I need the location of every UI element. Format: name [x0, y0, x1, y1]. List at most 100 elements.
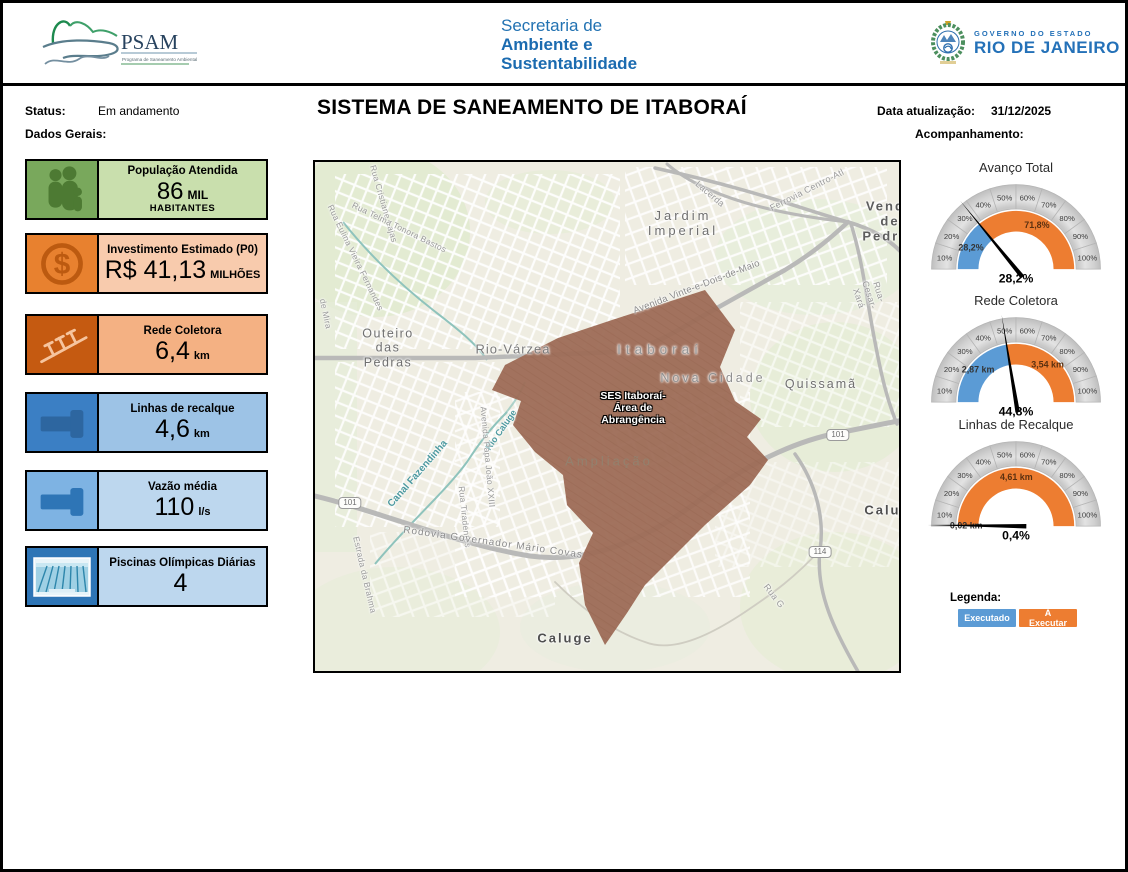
gauge-tick-label: 70% — [1041, 334, 1057, 343]
gauge-tick-label: 60% — [1020, 194, 1036, 203]
pipe-icon — [27, 472, 99, 529]
gauge-tick-label: 40% — [975, 458, 991, 467]
status-label: Status: — [25, 104, 66, 118]
gauge-needle-label: 0,4% — [1002, 528, 1030, 542]
kpi-value: 4 — [174, 570, 188, 596]
gauge-tick-label: 60% — [1020, 451, 1036, 460]
pipe-icon — [27, 394, 99, 451]
kpi-card-rede-coletora: Rede Coletora 6,4km — [25, 314, 268, 375]
gauge-needle-label: 28,2% — [999, 271, 1034, 285]
secretaria-line1: Secretaria de — [501, 16, 637, 35]
legend-item-executado[interactable]: Executado — [958, 609, 1016, 627]
status-value: Em andamento — [98, 104, 179, 118]
gauge-linhas-recalque: Linhas de Recalque 10% 20% 30%40% 50% 60% 70%… — [923, 417, 1109, 550]
psam-logo: PSAM Programa de Saneamento Ambiental — [29, 9, 209, 78]
route-shield-101: 101 — [338, 497, 361, 509]
kpi-value: R$ 41,13 — [105, 257, 206, 283]
gauge-tick-label: 80% — [1059, 347, 1075, 356]
svg-text:$: $ — [54, 248, 71, 281]
gauge-tick-label: 90% — [1073, 232, 1089, 241]
kpi-body: Vazão média 110l/s — [99, 472, 266, 529]
legend-item-a-executar[interactable]: À Executar — [1019, 609, 1077, 627]
kpi-unit: MILHÕES — [210, 269, 260, 281]
kpi-card-piscinas: Piscinas Olímpicas Diárias 4 — [25, 546, 268, 607]
gauge-tick-label: 100% — [1078, 387, 1098, 396]
psam-logo-art: PSAM Programa de Saneamento Ambiental — [29, 9, 209, 73]
gauge-title: Linhas de Recalque — [923, 417, 1109, 432]
kpi-value: 4,6 — [155, 416, 190, 442]
legend-label: Legenda: — [950, 592, 1001, 604]
gauge-chart: 10%20%30%40%50%60%70%80%90%100%2,87 km3,… — [924, 310, 1108, 421]
gauge-executed-value: 2,87 km — [962, 365, 995, 375]
kpi-body: Linhas de recalque 4,6km — [99, 394, 266, 451]
rio-logo-text: GOVERNO DO ESTADO RIO DE JANEIRO — [974, 29, 1120, 58]
gauge-tick-label: 30% — [957, 471, 973, 480]
gauge-tick-label: 20% — [944, 489, 960, 498]
acompanhamento-label: Acompanhamento: — [915, 127, 1024, 141]
gauge-rede-coletora: Rede Coletora 10%20%30%40%50%60%70%80%90… — [923, 293, 1109, 426]
governo-line: GOVERNO DO ESTADO — [974, 29, 1120, 38]
kpi-title: Linhas de recalque — [130, 403, 234, 416]
gauge-chart: 10%20%30%40%50%60%70%80%90%100%0,02 km4,… — [924, 434, 1108, 545]
kpi-unit: MIL — [188, 188, 209, 202]
kpi-card-linhas-recalque: Linhas de recalque 4,6km — [25, 392, 268, 453]
sewer-network-icon — [27, 316, 99, 373]
gauge-remaining-value: 71,8% — [1024, 220, 1049, 230]
gauge-avanco-total: Avanço Total 10% 20% 30%40% 50% 60% 70%80% 90%… — [923, 160, 1109, 293]
kpi-unit: km — [194, 350, 210, 362]
gauge-tick-label: 30% — [957, 214, 973, 223]
gauge-tick-label: 80% — [1059, 471, 1075, 480]
header-bar: PSAM Programa de Saneamento Ambiental Se… — [3, 3, 1125, 86]
gauge-tick-label: 100% — [1078, 254, 1098, 263]
gauge-tick-label: 90% — [1073, 365, 1089, 374]
secretaria-title: Secretaria de Ambiente e Sustentabilidad… — [501, 16, 637, 73]
route-shield-101: 101 — [826, 429, 849, 441]
gauge-tick-label: 50% — [997, 451, 1013, 460]
rio-crest-icon — [928, 20, 968, 66]
gauge-tick-label: 20% — [944, 365, 960, 374]
dados-gerais-label: Dados Gerais: — [25, 127, 106, 141]
kpi-title: Vazão média — [148, 481, 217, 494]
kpi-body: Piscinas Olímpicas Diárias 4 — [99, 548, 266, 605]
gauge-tick-label: 90% — [1073, 489, 1089, 498]
gauge-tick-label: 50% — [997, 194, 1013, 203]
map-basemap — [315, 162, 901, 673]
psam-wordmark: PSAM — [121, 30, 179, 54]
page-title: SISTEMA DE SANEAMENTO DE ITABORAÍ — [317, 96, 747, 120]
kpi-body: População Atendida 86MIL HABITANTES — [99, 161, 266, 218]
gauge-tick-label: 60% — [1020, 327, 1036, 336]
secretaria-line3: Sustentabilidade — [501, 54, 637, 73]
gauge-remaining-value: 4,61 km — [1000, 472, 1033, 482]
kpi-subtitle: HABITANTES — [150, 203, 216, 214]
kpi-title: Investimento Estimado (P0) — [107, 244, 258, 257]
kpi-title: Piscinas Olímpicas Diárias — [109, 557, 255, 570]
dollar-coin-icon: $ — [27, 235, 99, 292]
route-shield-114: 114 — [809, 546, 832, 558]
kpi-unit: l/s — [198, 506, 210, 518]
rio-line: RIO DE JANEIRO — [974, 38, 1120, 58]
pool-icon — [27, 548, 99, 605]
kpi-body: Investimento Estimado (P0) R$ 41,13 MILHÕ… — [99, 235, 266, 292]
gauge-tick-label: 30% — [957, 347, 973, 356]
kpi-card-populacao-atendida: População Atendida 86MIL HABITANTES — [25, 159, 268, 220]
gauge-tick-label: 70% — [1041, 201, 1057, 210]
gauge-remaining-value: 3,54 km — [1031, 360, 1064, 370]
gauge-tick-label: 10% — [937, 387, 953, 396]
coverage-map[interactable]: Jardim Imperial Venda de Pedras Outeiro … — [313, 160, 901, 673]
secretaria-line2: Ambiente e — [501, 35, 637, 54]
dashboard: PSAM Programa de Saneamento Ambiental Se… — [0, 0, 1128, 872]
gauge-tick-label: 20% — [944, 232, 960, 241]
gauge-tick-label: 70% — [1041, 458, 1057, 467]
gauge-title: Rede Coletora — [923, 293, 1109, 308]
gauge-title: Avanço Total — [923, 160, 1109, 175]
gauge-tick-label: 10% — [937, 511, 953, 520]
gauge-tick-label: 10% — [937, 254, 953, 263]
rio-de-janeiro-logo: GOVERNO DO ESTADO RIO DE JANEIRO — [928, 20, 1120, 66]
kpi-value: 86 — [157, 179, 184, 204]
gauge-executed-value: 28,2% — [958, 243, 983, 253]
kpi-value: 6,4 — [155, 338, 190, 364]
gauge-tick-label: 40% — [975, 201, 991, 210]
gauge-tick-label: 80% — [1059, 214, 1075, 223]
gauge-tick-label: 100% — [1078, 511, 1098, 520]
family-icon — [27, 161, 99, 218]
